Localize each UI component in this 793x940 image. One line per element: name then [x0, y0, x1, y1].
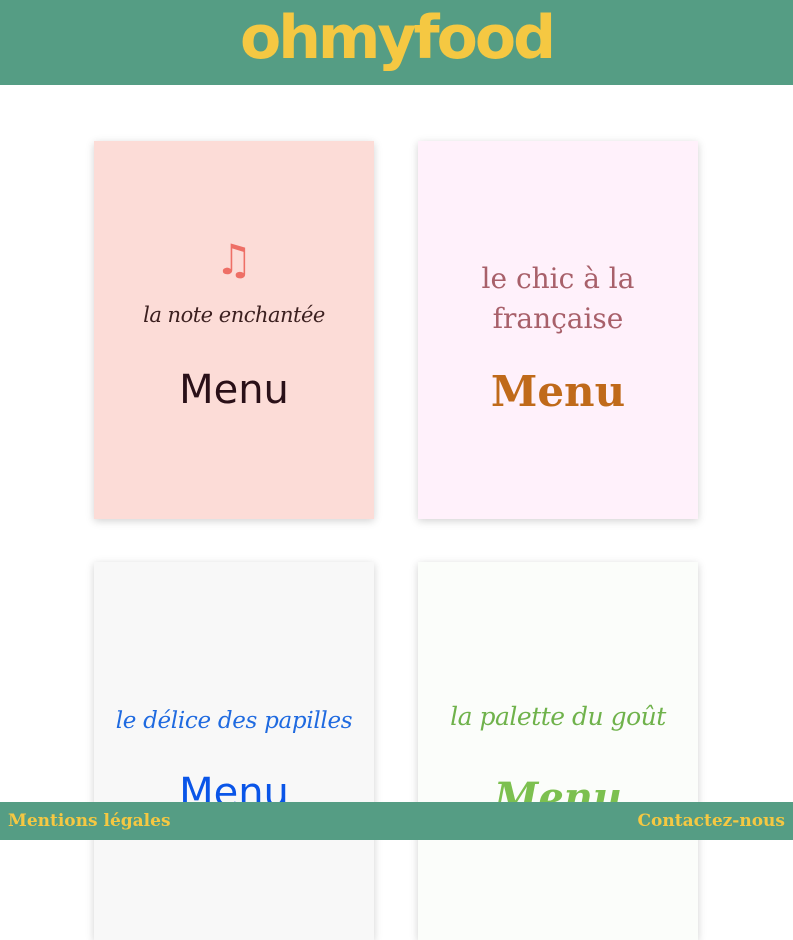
mentions-legales-link[interactable]: Mentions légales	[8, 811, 171, 831]
restaurant-card-palette-gout[interactable]: la palette du goût Menu	[418, 562, 698, 940]
restaurant-card-note-enchantee[interactable]: ♫ la note enchantée Menu	[94, 141, 374, 519]
ohmyfood-logo[interactable]: ohmyfood	[0, 2, 793, 74]
site-footer: Mentions légales Contactez-nous	[0, 802, 793, 840]
site-header: ohmyfood	[0, 0, 793, 85]
restaurant-title: le chic à la française	[481, 262, 635, 335]
restaurant-title: la palette du goût	[450, 702, 666, 731]
menu-link[interactable]: Menu	[418, 367, 698, 416]
restaurant-title: le délice des papilles	[115, 708, 353, 734]
restaurant-card-delice-papilles[interactable]: le délice des papilles Menu	[94, 562, 374, 940]
music-note-icon: ♫	[215, 235, 253, 284]
restaurant-title: la note enchantée	[143, 303, 325, 327]
restaurant-card-chic-francaise[interactable]: le chic à la française Menu	[418, 141, 698, 519]
menu-link[interactable]: Menu	[94, 367, 374, 413]
contact-link[interactable]: Contactez-nous	[638, 811, 785, 831]
